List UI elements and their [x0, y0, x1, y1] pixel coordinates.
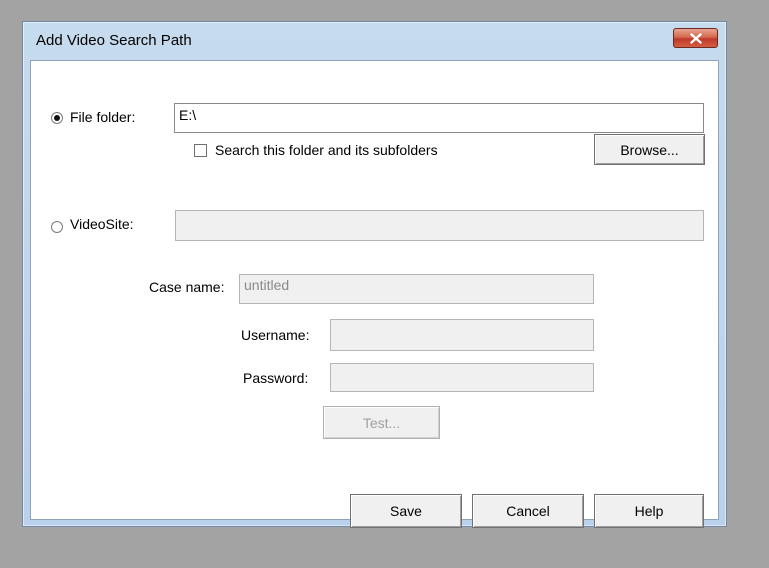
dialog-body: File folder: E:\ Search this folder and … — [30, 60, 719, 528]
file-folder-label[interactable]: File folder: — [70, 109, 135, 125]
file-folder-path-input[interactable]: E:\ — [174, 103, 704, 133]
cancel-button[interactable]: Cancel — [472, 494, 584, 528]
help-button[interactable]: Help — [594, 494, 704, 528]
close-button[interactable] — [673, 28, 718, 48]
file-folder-radio[interactable] — [51, 112, 63, 124]
username-input — [330, 319, 594, 351]
browse-button[interactable]: Browse... — [594, 134, 705, 165]
videosite-radio[interactable] — [51, 221, 63, 233]
videosite-input — [175, 210, 704, 241]
videosite-label[interactable]: VideoSite: — [70, 216, 134, 232]
test-button: Test... — [323, 406, 440, 439]
save-button[interactable]: Save — [350, 494, 462, 528]
radio-selected-dot — [54, 115, 60, 121]
add-video-search-path-dialog: Add Video Search Path File folder: E:\ S… — [22, 21, 727, 528]
password-input — [330, 363, 594, 392]
search-subfolders-label[interactable]: Search this folder and its subfolders — [215, 142, 438, 158]
search-subfolders-checkbox[interactable] — [194, 144, 207, 157]
dialog-title: Add Video Search Path — [36, 32, 192, 49]
password-label: Password: — [243, 370, 309, 386]
case-name-label: Case name: — [149, 279, 225, 295]
username-label: Username: — [241, 327, 310, 343]
title-bar[interactable]: Add Video Search Path — [23, 22, 726, 60]
case-name-input: untitled — [239, 274, 594, 304]
close-icon — [689, 32, 702, 44]
